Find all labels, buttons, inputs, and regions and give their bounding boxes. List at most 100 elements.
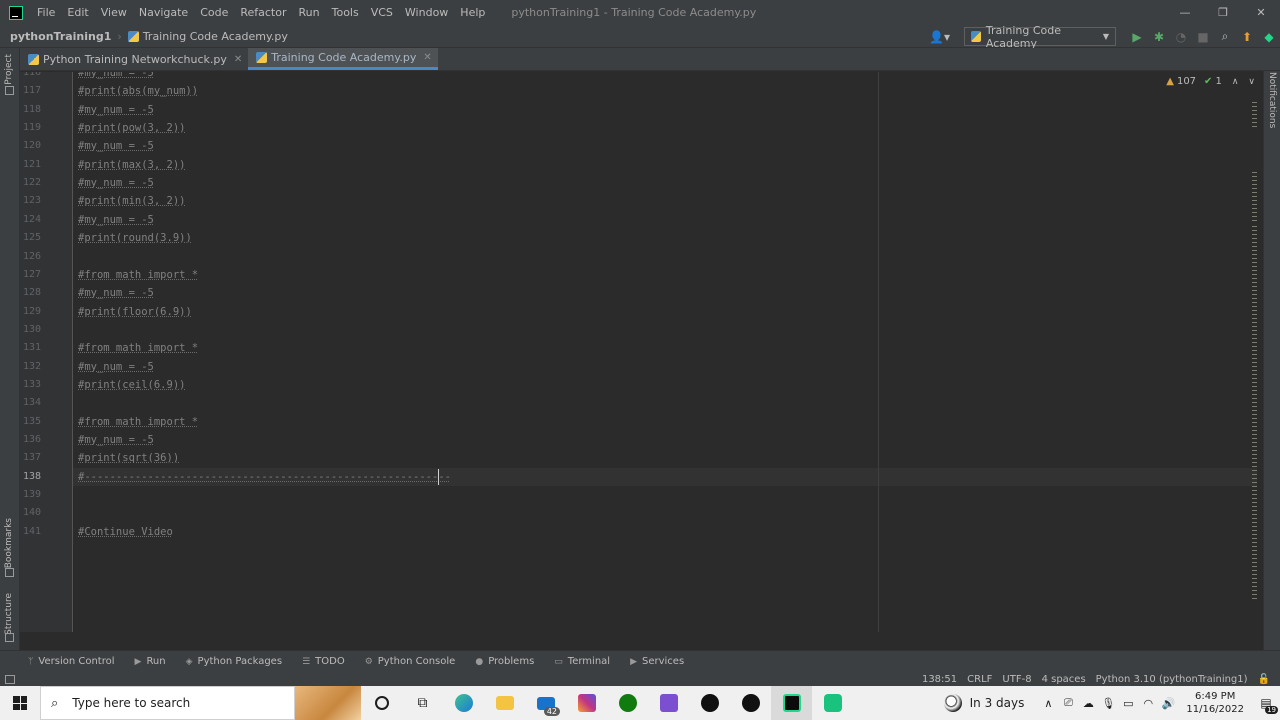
menu-help[interactable]: Help bbox=[460, 6, 485, 19]
menu-code[interactable]: Code bbox=[200, 6, 228, 19]
code-line[interactable]: #print(ceil(6.9)) bbox=[78, 376, 1258, 394]
pycharm-logo-icon[interactable] bbox=[9, 5, 23, 20]
menu-window[interactable]: Window bbox=[405, 6, 448, 19]
mail-icon[interactable]: 42 bbox=[525, 686, 566, 720]
tab-python-training-networkchuck[interactable]: Python Training Networkchuck.py ✕ bbox=[20, 48, 248, 70]
code-line[interactable]: #my_num = -5 bbox=[78, 72, 1258, 82]
wifi-icon[interactable]: ◠ bbox=[1138, 697, 1158, 710]
close-icon[interactable]: ✕ bbox=[234, 54, 242, 65]
caret-position[interactable]: 138:51 bbox=[922, 674, 957, 685]
bookmark-icon[interactable] bbox=[5, 568, 14, 577]
chevron-up-icon[interactable]: ∧ bbox=[1232, 77, 1239, 87]
update-icon[interactable]: ⬆ bbox=[1236, 30, 1258, 44]
code-line[interactable]: #print(pow(3, 2)) bbox=[78, 119, 1258, 137]
line-number[interactable]: 140 bbox=[20, 504, 41, 522]
code-line[interactable]: #print(sqrt(36)) bbox=[78, 449, 1258, 467]
menu-refactor[interactable]: Refactor bbox=[240, 6, 286, 19]
code-line[interactable]: #print(min(3, 2)) bbox=[78, 192, 1258, 210]
volume-icon[interactable]: 🔊 bbox=[1158, 697, 1178, 710]
line-number[interactable]: 120 bbox=[20, 137, 41, 155]
microphone-icon[interactable]: 🎙 bbox=[1098, 697, 1118, 710]
code-line[interactable] bbox=[78, 394, 1258, 412]
close-icon[interactable]: ✕ bbox=[423, 52, 431, 63]
notification-center-icon[interactable]: ▤ 19 bbox=[1252, 696, 1280, 714]
code-line[interactable]: #my_num = -5 bbox=[78, 137, 1258, 155]
line-number[interactable]: 119 bbox=[20, 119, 41, 137]
menu-file[interactable]: File bbox=[37, 6, 55, 19]
project-icon[interactable] bbox=[5, 86, 14, 95]
line-number[interactable]: 125 bbox=[20, 229, 41, 247]
line-number[interactable]: 116 bbox=[20, 72, 41, 82]
jetbrains-toolbox-icon[interactable]: ◆ bbox=[1258, 30, 1280, 44]
instagram-icon[interactable] bbox=[566, 686, 607, 720]
chevron-down-icon[interactable]: ∨ bbox=[1248, 77, 1255, 87]
services-button[interactable]: ▶ Services bbox=[630, 656, 684, 667]
tab-training-code-academy[interactable]: Training Code Academy.py ✕ bbox=[248, 48, 438, 70]
clock[interactable]: 6:49 PM 11/16/2022 bbox=[1186, 690, 1244, 716]
edge-browser-icon[interactable] bbox=[443, 686, 484, 720]
breadcrumb-project[interactable]: pythonTraining1 bbox=[10, 30, 111, 43]
code-line[interactable]: #my_num = -5 bbox=[78, 174, 1258, 192]
lock-icon[interactable]: 🔓 bbox=[1258, 674, 1270, 685]
code-line[interactable] bbox=[78, 504, 1258, 522]
minimize-button[interactable]: — bbox=[1166, 0, 1204, 25]
indent-setting[interactable]: 4 spaces bbox=[1042, 674, 1086, 685]
code-line[interactable]: #my_num = -5 bbox=[78, 284, 1258, 302]
start-button[interactable] bbox=[0, 686, 40, 720]
notifications-tool-button[interactable]: Notifications bbox=[1267, 72, 1277, 128]
line-number[interactable]: 136 bbox=[20, 431, 41, 449]
line-number[interactable]: 131 bbox=[20, 339, 41, 357]
line-number-gutter[interactable]: 116 117 118 119 120 121 122 123 124 125 126 127 128 1… bbox=[20, 72, 73, 632]
line-number[interactable]: 137 bbox=[20, 449, 41, 467]
code-line[interactable] bbox=[78, 486, 1258, 504]
taskbar-search-input[interactable]: ⌕ Type here to search bbox=[40, 686, 295, 720]
task-view-icon[interactable]: ⧉ bbox=[402, 686, 443, 720]
code-line[interactable]: #print(floor(6.9)) bbox=[78, 303, 1258, 321]
vertical-scrollbar[interactable] bbox=[1257, 72, 1263, 632]
line-number[interactable]: 128 bbox=[20, 284, 41, 302]
menu-view[interactable]: View bbox=[101, 6, 127, 19]
menu-tools[interactable]: Tools bbox=[332, 6, 359, 19]
line-number[interactable]: 118 bbox=[20, 101, 41, 119]
todo-button[interactable]: ☰ TODO bbox=[302, 656, 345, 667]
visual-studio-icon[interactable] bbox=[648, 686, 689, 720]
line-number[interactable]: 133 bbox=[20, 376, 41, 394]
xbox-icon[interactable] bbox=[607, 686, 648, 720]
search-icon[interactable]: ⌕ bbox=[1214, 29, 1236, 44]
structure-icon[interactable] bbox=[5, 633, 14, 642]
meet-now-icon[interactable]: ⎚ bbox=[1058, 696, 1078, 710]
line-number[interactable]: 132 bbox=[20, 358, 41, 376]
bookmarks-tool-button[interactable]: Bookmarks bbox=[4, 518, 14, 568]
run-configuration-select[interactable]: Training Code Academy ▼ bbox=[964, 24, 1116, 50]
stop-icon[interactable]: ■ bbox=[1192, 30, 1214, 44]
code-line[interactable]: #print(abs(my_num)) bbox=[78, 82, 1258, 100]
cortana-icon[interactable] bbox=[361, 686, 402, 720]
code-line[interactable]: #---------------------------------------… bbox=[78, 468, 1258, 486]
code-line[interactable]: #from math import * bbox=[78, 339, 1258, 357]
menu-edit[interactable]: Edit bbox=[67, 6, 88, 19]
tiktok-icon[interactable] bbox=[730, 686, 771, 720]
code-line[interactable]: #my_num = -5 bbox=[78, 358, 1258, 376]
code-line[interactable]: #from math import * bbox=[78, 413, 1258, 431]
project-tool-button[interactable]: Project bbox=[4, 54, 14, 85]
line-number[interactable]: 135 bbox=[20, 413, 41, 431]
code-line[interactable]: #print(max(3, 2)) bbox=[78, 156, 1258, 174]
chevron-up-icon[interactable]: ∧ bbox=[1038, 697, 1058, 710]
code-line[interactable] bbox=[78, 248, 1258, 266]
line-number[interactable]: 124 bbox=[20, 211, 41, 229]
line-number[interactable]: 121 bbox=[20, 156, 41, 174]
restore-button[interactable]: ❐ bbox=[1204, 0, 1242, 25]
code-area[interactable]: #my_num = -5 #print(abs(my_num)) #my_num =… bbox=[78, 72, 1258, 632]
python-interpreter[interactable]: Python 3.10 (pythonTraining1) bbox=[1096, 674, 1248, 685]
file-explorer-icon[interactable] bbox=[484, 686, 525, 720]
tool-windows-toggle-icon[interactable] bbox=[5, 674, 15, 684]
line-number[interactable]: 129 bbox=[20, 303, 41, 321]
python-packages-button[interactable]: ◈ Python Packages bbox=[186, 656, 282, 667]
line-number[interactable]: 117 bbox=[20, 82, 41, 100]
menu-run[interactable]: Run bbox=[299, 6, 320, 19]
code-line[interactable]: #my_num = -5 bbox=[78, 431, 1258, 449]
inspection-widget[interactable]: ▲ 107 ✔ 1 ∧ ∨ bbox=[1166, 76, 1255, 87]
code-line[interactable]: #print(round(3.9)) bbox=[78, 229, 1258, 247]
line-number[interactable]: 126 bbox=[20, 248, 41, 266]
run-tool-button[interactable]: ▶ Run bbox=[135, 656, 166, 667]
